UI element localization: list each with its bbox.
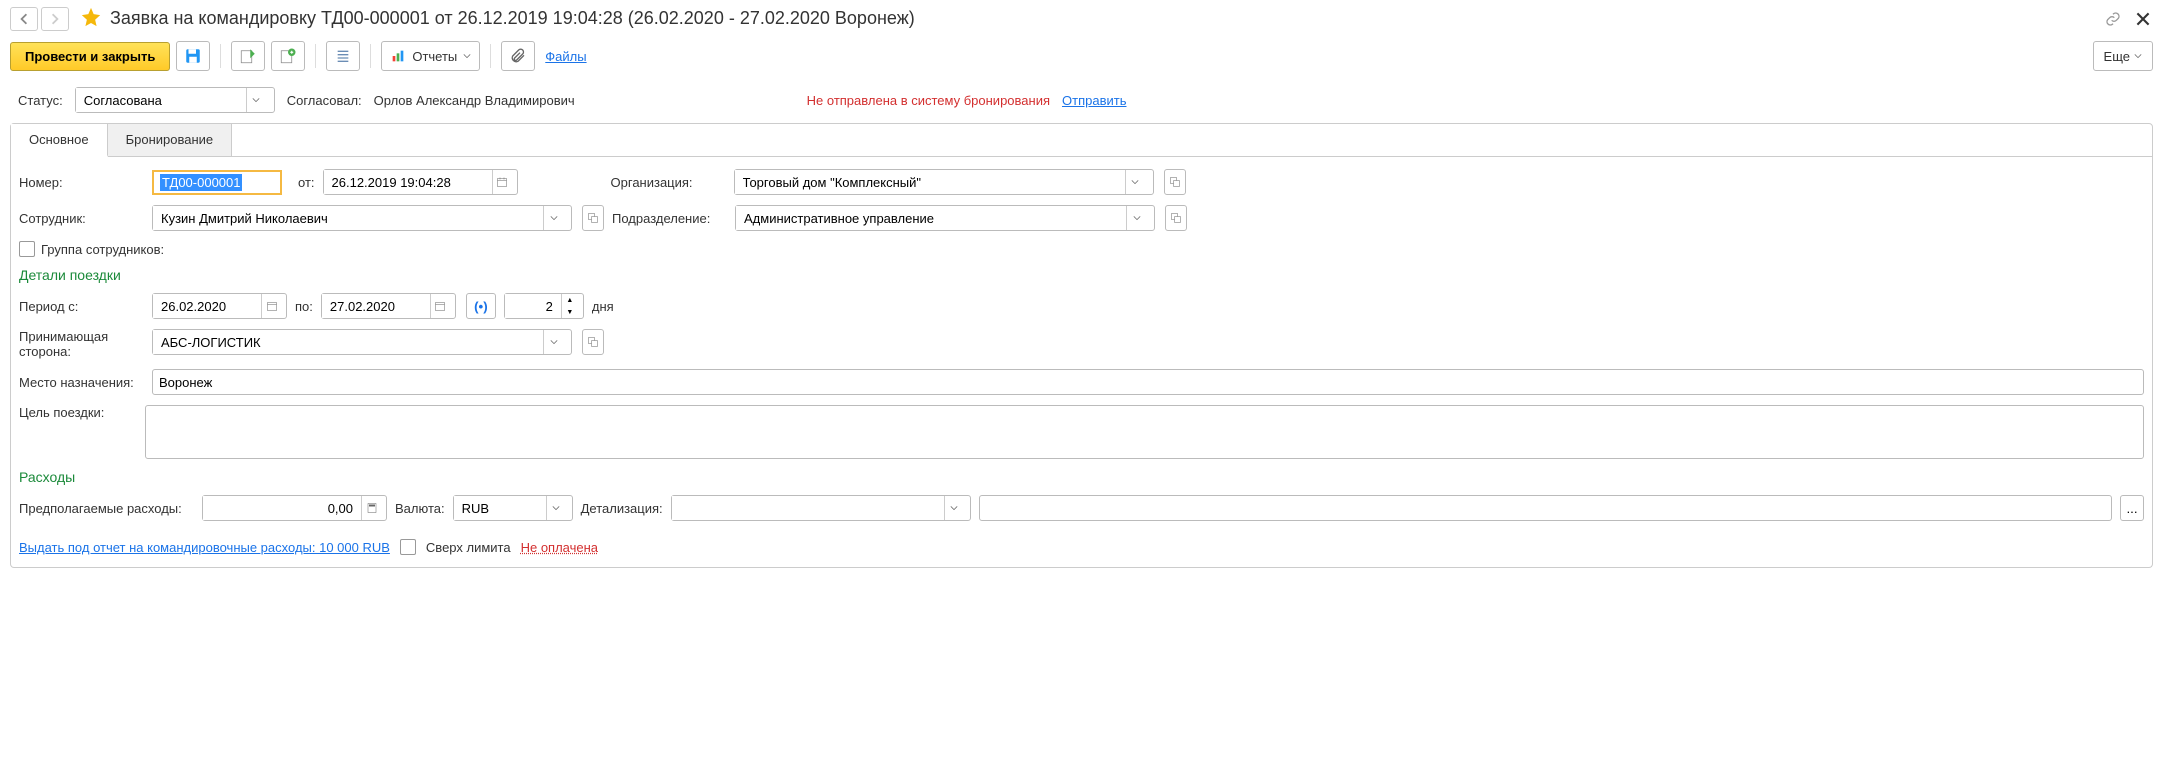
purpose-input[interactable] <box>145 405 2144 459</box>
files-link[interactable]: Файлы <box>545 49 586 64</box>
dept-label: Подразделение: <box>612 211 727 226</box>
detail-label: Детализация: <box>581 501 663 516</box>
unpost-button[interactable] <box>271 41 305 71</box>
group-label: Группа сотрудников: <box>41 242 164 257</box>
expenses-section-title: Расходы <box>19 469 2144 485</box>
status-label: Статус: <box>18 93 63 108</box>
approved-by: Орлов Александр Владимирович <box>374 93 575 108</box>
days-up[interactable]: ▲ <box>562 294 578 306</box>
status-dropdown-btn[interactable] <box>246 88 266 112</box>
dept-open-btn[interactable] <box>1165 205 1187 231</box>
attach-button[interactable] <box>501 41 535 71</box>
link-icon[interactable] <box>2103 9 2123 29</box>
group-checkbox[interactable] <box>19 241 35 257</box>
tab-booking[interactable]: Бронирование <box>108 124 233 156</box>
send-link[interactable]: Отправить <box>1062 93 1126 108</box>
employee-input[interactable] <box>153 206 543 230</box>
tab-main[interactable]: Основное <box>11 124 108 157</box>
host-label: Принимающая сторона: <box>19 329 144 359</box>
org-dropdown-btn[interactable] <box>1125 170 1145 194</box>
nav-back-button[interactable] <box>10 7 38 31</box>
days-label: дня <box>592 299 614 314</box>
date-to-input[interactable] <box>322 294 430 318</box>
number-label: Номер: <box>19 175 144 190</box>
reports-dropdown[interactable]: Отчеты <box>381 41 480 71</box>
period-picker-btn[interactable]: (•) <box>466 293 496 319</box>
more-button[interactable]: Еще <box>2093 41 2153 71</box>
calc-icon[interactable] <box>361 496 381 520</box>
calendar-icon[interactable] <box>261 294 281 318</box>
date-from-input[interactable] <box>153 294 261 318</box>
status-select[interactable] <box>76 88 246 112</box>
employee-label: Сотрудник: <box>19 211 144 226</box>
page-title: Заявка на командировку ТД00-000001 от 26… <box>110 8 2103 29</box>
not-paid-link[interactable]: Не оплачена <box>521 540 598 555</box>
dest-label: Место назначения: <box>19 375 144 390</box>
booking-warning: Не отправлена в систему бронирования <box>807 93 1050 108</box>
org-open-btn[interactable] <box>1164 169 1186 195</box>
save-button[interactable] <box>176 41 210 71</box>
employee-open-btn[interactable] <box>582 205 604 231</box>
days-input[interactable] <box>505 294 561 318</box>
estimated-label: Предполагаемые расходы: <box>19 501 194 516</box>
over-limit-label: Сверх лимита <box>426 540 511 555</box>
to-label: по: <box>295 299 313 314</box>
over-limit-checkbox[interactable] <box>400 539 416 555</box>
advance-link[interactable]: Выдать под отчет на командировочные расх… <box>19 540 390 555</box>
currency-dropdown-btn[interactable] <box>546 496 566 520</box>
org-label: Организация: <box>611 175 726 190</box>
post-button[interactable] <box>231 41 265 71</box>
employee-dropdown-btn[interactable] <box>543 206 563 230</box>
detail-dropdown-btn[interactable] <box>944 496 964 520</box>
list-button[interactable] <box>326 41 360 71</box>
from-label: от: <box>298 175 315 190</box>
estimated-input[interactable] <box>203 496 361 520</box>
dest-input[interactable] <box>152 369 2144 395</box>
date-input[interactable] <box>324 170 492 194</box>
currency-input[interactable] <box>454 496 546 520</box>
close-icon[interactable] <box>2133 9 2153 29</box>
currency-label: Валюта: <box>395 501 445 516</box>
detail-input[interactable] <box>672 496 944 520</box>
post-close-button[interactable]: Провести и закрыть <box>10 42 170 71</box>
dept-input[interactable] <box>736 206 1126 230</box>
detail-text-input[interactable] <box>979 495 2112 521</box>
period-label: Период с: <box>19 299 144 314</box>
dept-dropdown-btn[interactable] <box>1126 206 1146 230</box>
nav-forward-button[interactable] <box>41 7 69 31</box>
calendar-icon[interactable] <box>492 170 512 194</box>
host-input[interactable] <box>153 330 543 354</box>
favorite-star-icon[interactable] <box>80 6 102 31</box>
calendar-icon[interactable] <box>430 294 450 318</box>
detail-more-btn[interactable]: ... <box>2120 495 2144 521</box>
purpose-label: Цель поездки: <box>19 405 137 420</box>
trip-section-title: Детали поездки <box>19 267 2144 283</box>
number-input[interactable]: ТД00-000001 <box>152 170 282 195</box>
approved-label: Согласовал: <box>287 93 362 108</box>
days-down[interactable]: ▼ <box>562 306 578 318</box>
reports-label: Отчеты <box>412 49 457 64</box>
org-input[interactable] <box>735 170 1125 194</box>
host-open-btn[interactable] <box>582 329 604 355</box>
host-dropdown-btn[interactable] <box>543 330 563 354</box>
